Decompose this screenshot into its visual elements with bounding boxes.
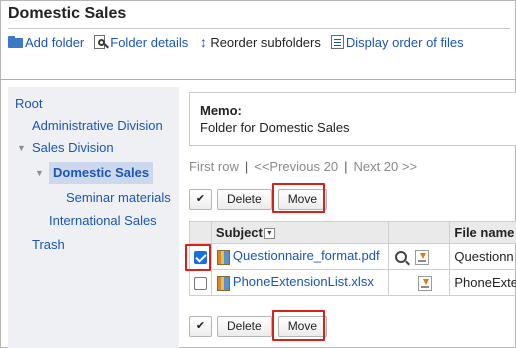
check-all-button[interactable]: ✔ <box>189 315 212 337</box>
folder-details-label: Folder details <box>110 34 189 50</box>
next-link[interactable]: Next 20 >> <box>353 159 417 174</box>
reorder-subfolders-label: Reorder subfolders <box>210 34 321 50</box>
expand-arrow-icon[interactable]: ▼ <box>35 162 44 184</box>
delete-button[interactable]: Delete <box>217 315 272 337</box>
reorder-subfolders-link[interactable]: ↕ Reorder subfolders <box>198 34 321 50</box>
table-header-row: Subject ▼ File name <box>189 221 516 244</box>
file-icon <box>216 275 230 291</box>
file-subject-link[interactable]: PhoneExtensionList.xlsx <box>233 274 374 289</box>
tree-item-seminar-materials[interactable]: Seminar materials <box>66 187 171 209</box>
tree-item-administrative-division[interactable]: Administrative Division <box>32 115 163 137</box>
table-row: Questionnaire_format.pdf Questionn <box>189 243 516 270</box>
memo-label: Memo: <box>200 103 242 118</box>
check-all-button[interactable]: ✔ <box>189 188 212 210</box>
header-checkbox-cell <box>189 221 212 244</box>
header-file-name: File name <box>449 221 516 244</box>
display-order-label: Display order of files <box>345 34 464 50</box>
display-order-link[interactable]: Display order of files <box>330 34 464 50</box>
expand-arrow-icon[interactable]: ▼ <box>17 137 26 159</box>
tree-item-domestic-sales[interactable]: Domestic Sales <box>49 162 154 184</box>
subject-cell: PhoneExtensionList.xlsx <box>210 269 389 296</box>
tree-item-sales-division[interactable]: Sales Division <box>32 137 114 159</box>
folder-icon <box>8 36 23 48</box>
table-row: PhoneExtensionList.xlsx PhoneExte <box>189 269 516 296</box>
download-icon[interactable] <box>414 249 429 265</box>
tree-item-trash[interactable]: Trash <box>32 234 65 256</box>
first-row-link[interactable]: First row <box>189 159 239 174</box>
memo-box: Memo: Folder for Domestic Sales <box>189 92 516 146</box>
pager-separator: | <box>244 159 249 174</box>
pager-separator: | <box>344 159 348 174</box>
main-divider <box>0 79 516 80</box>
files-table: Subject ▼ File name Questionnaire_format.… <box>189 221 516 296</box>
tree-item-international-sales[interactable]: International Sales <box>49 210 157 232</box>
memo-text: Folder for Domestic Sales <box>200 120 350 135</box>
highlight-box <box>272 183 325 213</box>
previous-link[interactable]: <<Previous 20 <box>254 159 338 174</box>
toolbar: Add folder Folder details ↕ Reorder subf… <box>8 33 474 51</box>
subject-cell: Questionnaire_format.pdf <box>210 243 389 270</box>
up-down-arrows-icon: ↕ <box>199 34 207 50</box>
file-icon <box>216 249 230 265</box>
file-name-cell: PhoneExte <box>449 269 516 296</box>
sort-dropdown-icon[interactable]: ▼ <box>263 228 275 240</box>
file-subject-link[interactable]: Questionnaire_format.pdf <box>233 248 380 263</box>
row-actions <box>387 269 451 296</box>
add-folder-label: Add folder <box>25 34 85 50</box>
highlight-box <box>272 310 325 341</box>
highlight-box <box>185 244 211 271</box>
folder-details-icon <box>94 34 110 50</box>
row-checkbox[interactable] <box>193 277 207 291</box>
delete-button[interactable]: Delete <box>217 188 272 210</box>
folder-details-link[interactable]: Folder details <box>94 34 189 50</box>
list-order-icon <box>330 35 344 49</box>
header-subject[interactable]: Subject ▼ <box>210 221 389 244</box>
folder-tree: Root Administrative Division ▼ Sales Div… <box>8 87 179 348</box>
row-checkbox-cell <box>189 269 212 296</box>
title-divider <box>8 28 510 29</box>
download-icon[interactable] <box>417 275 432 291</box>
add-folder-link[interactable]: Add folder <box>8 35 84 50</box>
pagination: First row | <<Previous 20 | Next 20 >> <box>189 159 417 174</box>
header-subject-label: Subject <box>215 225 263 240</box>
tree-item-root[interactable]: Root <box>15 93 42 115</box>
header-actions <box>387 221 451 244</box>
page-title: Domestic Sales <box>8 5 127 22</box>
preview-zoom-icon[interactable] <box>394 251 407 264</box>
row-actions <box>387 243 451 270</box>
file-name-cell: Questionn <box>449 243 516 270</box>
